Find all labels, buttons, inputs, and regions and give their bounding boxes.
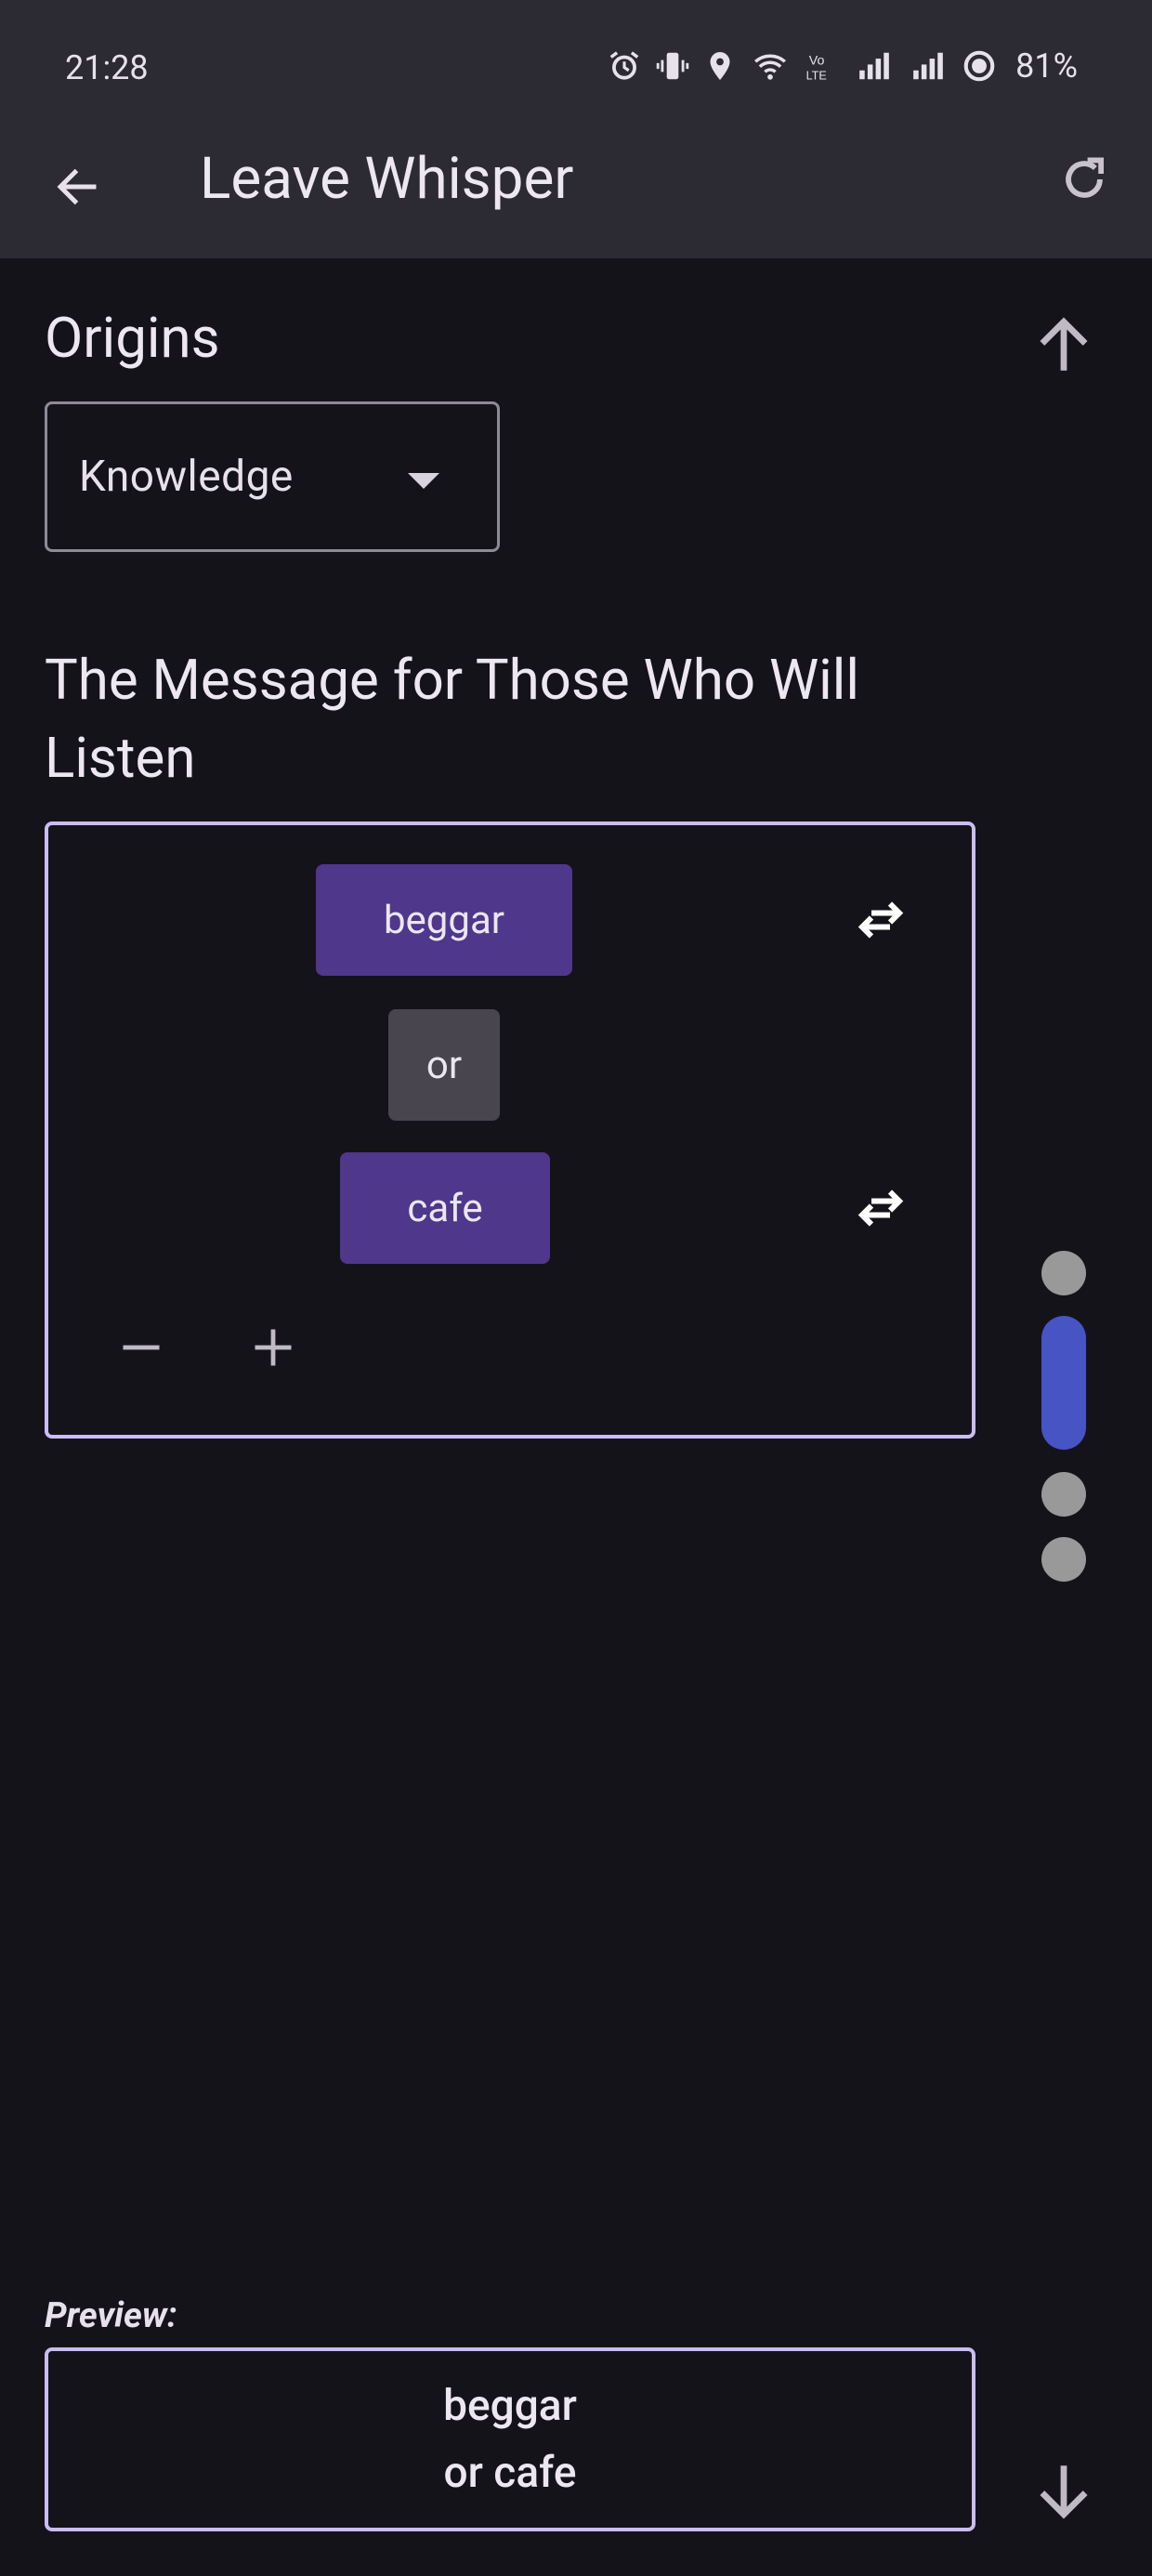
status-time: 21:28 <box>65 48 149 87</box>
alarm-icon <box>609 51 639 80</box>
message-builder: beggar or cafe <box>45 821 975 1439</box>
page-dot-active[interactable] <box>1041 1316 1086 1450</box>
origins-heading: Origins <box>45 305 220 371</box>
page-dot[interactable] <box>1041 1472 1086 1517</box>
caret-down-icon <box>408 473 439 489</box>
battery-ring-icon <box>963 50 995 82</box>
remove-word-button[interactable] <box>104 1310 178 1385</box>
arrow-down-icon <box>1040 2465 1088 2519</box>
app-bar <box>0 139 1152 258</box>
preview-line: or cafe <box>443 2448 577 2498</box>
word-chip[interactable]: beggar <box>316 864 572 976</box>
svg-text:Vo: Vo <box>809 53 825 68</box>
scroll-up-button[interactable] <box>1022 303 1106 387</box>
back-button[interactable] <box>37 147 117 227</box>
battery-percent: 81% <box>1015 46 1078 85</box>
page-dot[interactable] <box>1041 1537 1086 1582</box>
conjunction-chip[interactable]: or <box>388 1009 500 1121</box>
location-icon <box>710 52 730 80</box>
wifi-icon <box>754 54 787 80</box>
preview-label: Preview: <box>45 2295 177 2336</box>
page-title: Leave Whisper <box>200 145 574 213</box>
swap-button[interactable] <box>844 883 918 957</box>
word-chip[interactable]: cafe <box>340 1152 550 1264</box>
status-bar: 21:28 Vo LTE 81% <box>0 0 1152 139</box>
signal-icon <box>859 52 889 80</box>
preview-box: beggar or cafe <box>45 2347 975 2531</box>
dropdown-value: Knowledge <box>79 452 294 502</box>
message-heading: The Message for Those Who Will Listen <box>45 647 859 791</box>
swap-horiz-icon <box>857 901 904 939</box>
refresh-icon <box>1066 157 1105 198</box>
add-word-button[interactable] <box>236 1310 310 1385</box>
origins-dropdown[interactable]: Knowledge <box>45 401 500 552</box>
swap-horiz-icon <box>857 1189 904 1227</box>
swap-button[interactable] <box>844 1171 918 1245</box>
page-dot[interactable] <box>1041 1251 1086 1295</box>
arrow-back-icon <box>57 168 97 205</box>
vibrate-icon <box>656 52 689 80</box>
arrow-up-icon <box>1040 317 1088 371</box>
volte-icon: VoLTE <box>806 53 827 82</box>
scroll-down-button[interactable] <box>1022 2450 1106 2533</box>
preview-line: beggar <box>443 2381 577 2431</box>
signal-icon <box>913 52 943 80</box>
minus-icon <box>123 1345 160 1350</box>
plus-icon <box>255 1329 292 1366</box>
svg-text:LTE: LTE <box>806 69 827 82</box>
refresh-button[interactable] <box>1044 139 1124 219</box>
status-icons: Vo LTE 81% <box>607 43 1078 89</box>
